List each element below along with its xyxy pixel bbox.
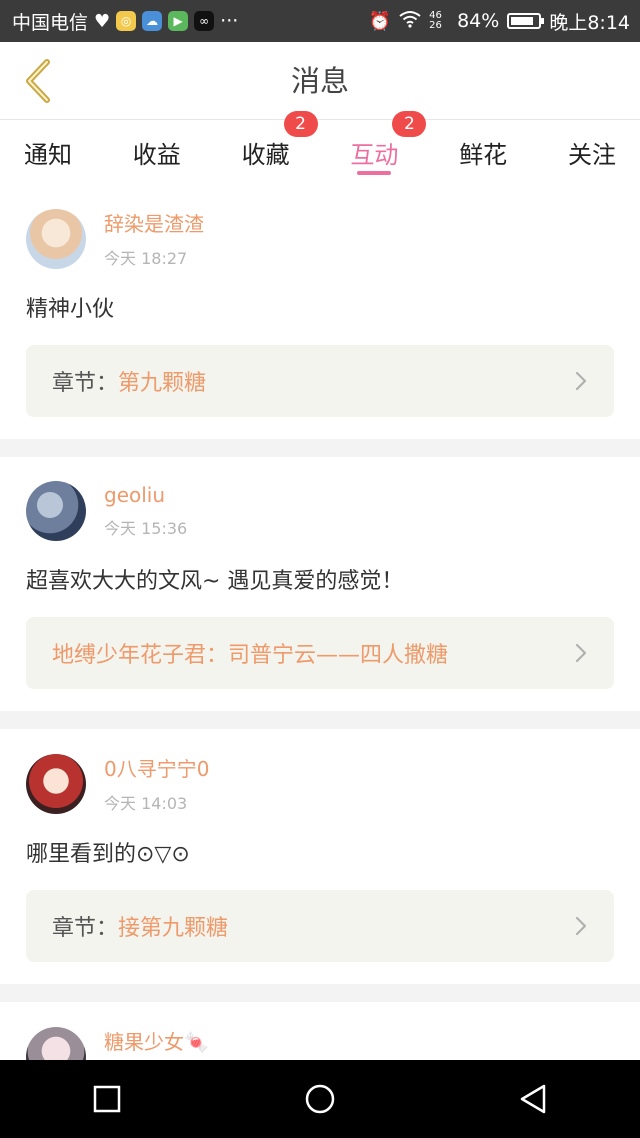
- reference-title: 第九颗糖: [118, 371, 207, 396]
- tab-label: 通知: [24, 140, 72, 169]
- tab-badge: 2: [283, 111, 318, 137]
- tab-label: 收藏: [241, 140, 290, 169]
- user-meta: geoliu 今天 15:36: [104, 483, 187, 539]
- chevron-right-icon: [575, 916, 587, 936]
- comment-text: 精神小伙: [26, 297, 115, 322]
- battery-level-fill: [511, 17, 534, 25]
- tab-5[interactable]: 关注: [568, 121, 616, 183]
- browser-app-icon: ◎: [116, 11, 137, 31]
- reference-title: 地缚少年花子君：司普宁云——四人撒糖: [52, 643, 449, 668]
- message-card[interactable]: 0八寻宁宁0 今天 14:03 哪里看到的⊙▽⊙ 章节： 接第九颗糖: [0, 729, 640, 984]
- wifi-icon: [399, 10, 421, 33]
- tab-4[interactable]: 鲜花: [459, 121, 507, 183]
- circle-icon: [305, 1084, 335, 1114]
- tab-0[interactable]: 通知: [24, 121, 72, 183]
- user-name[interactable]: 糖果少女🍬: [104, 1026, 209, 1055]
- user-row: 0八寻宁宁0 今天 14:03: [26, 753, 614, 814]
- avatar[interactable]: [26, 208, 86, 269]
- heart-rate-icon: ♥: [94, 10, 111, 32]
- infinity-app-icon: ∞: [194, 11, 215, 31]
- avatar[interactable]: [26, 1026, 86, 1060]
- status-bar: 中国电信 ♥ ◎ ☁ ▶ ∞ ··· ⏰ 46 26 84% 晚上8:14: [0, 0, 640, 42]
- video-app-icon: ▶: [168, 11, 189, 31]
- message-list[interactable]: 辞染是渣渣 今天 18:27 精神小伙 章节： 第九颗糖 geoliu 今天 15:36 超喜…: [0, 184, 640, 1060]
- chevron-right-icon: [575, 371, 587, 391]
- tab-1[interactable]: 收益: [133, 121, 181, 183]
- tab-badge: 2: [392, 111, 427, 137]
- user-name[interactable]: 辞染是渣渣: [104, 208, 204, 237]
- user-meta: 0八寻宁宁0 今天 14:03: [104, 753, 209, 814]
- avatar[interactable]: [26, 481, 86, 541]
- user-meta: 辞染是渣渣今天 18:27: [104, 208, 204, 269]
- reference-link[interactable]: 章节： 接第九颗糖: [26, 890, 614, 962]
- cloud-app-icon: ☁: [142, 11, 163, 31]
- network-type-label: 46 26: [429, 10, 442, 31]
- more-notifications-label: ···: [220, 10, 239, 32]
- message-time: 今天 18:27: [104, 249, 188, 268]
- chevron-right-icon: [575, 643, 587, 663]
- tab-label: 收益: [132, 140, 181, 169]
- battery-percent: 84%: [457, 10, 500, 32]
- page-title: 消息: [290, 64, 349, 98]
- tab-active-indicator: [357, 171, 392, 175]
- user-row: 糖果少女🍬今天 13:39: [26, 1026, 614, 1060]
- user-name[interactable]: 0八寻宁宁0: [104, 753, 209, 782]
- user-row: geoliu 今天 15:36: [26, 481, 614, 541]
- reference-link[interactable]: 章节： 第九颗糖: [26, 345, 614, 417]
- avatar[interactable]: [26, 753, 86, 814]
- comment-text: 超喜欢大大的文风~ 遇见真爱的感觉！: [26, 569, 404, 594]
- status-right: ⏰ 46 26 84% 晚上8:14: [369, 8, 630, 35]
- system-nav-bar: [0, 1060, 640, 1138]
- message-card[interactable]: 糖果少女🍬今天 13:39: [0, 1002, 640, 1060]
- battery-icon: [507, 13, 545, 29]
- user-meta: 糖果少女🍬今天 13:39: [104, 1026, 209, 1060]
- back-nav-button[interactable]: [503, 1069, 563, 1129]
- home-button[interactable]: [290, 1069, 350, 1129]
- tab-label: 互动: [350, 140, 399, 169]
- message-time: 今天 14:03: [104, 794, 188, 813]
- tab-2[interactable]: 收藏 2: [241, 111, 318, 183]
- carrier-label: 中国电信: [12, 11, 89, 34]
- tab-bar: 通知 收益 收藏 2 互动 2 鲜花 关注: [0, 111, 640, 183]
- message-card[interactable]: geoliu 今天 15:36 超喜欢大大的文风~ 遇见真爱的感觉！ 地缚少年花子君：…: [0, 457, 640, 711]
- reference-title: 接第九颗糖: [118, 916, 229, 941]
- message-time: 今天 15:36: [104, 519, 188, 538]
- recents-button[interactable]: [77, 1069, 137, 1129]
- triangle-back-icon: [521, 1084, 546, 1114]
- message-card[interactable]: 辞染是渣渣今天 18:27 精神小伙章节： 第九颗糖: [0, 184, 640, 439]
- alarm-icon: ⏰: [368, 10, 392, 32]
- tab-3[interactable]: 互动 2: [350, 111, 427, 183]
- header: 消息: [0, 42, 640, 120]
- comment-text: 哪里看到的⊙▽⊙: [26, 842, 190, 867]
- square-icon: [93, 1085, 120, 1113]
- reference-prefix: 章节：: [52, 916, 119, 941]
- status-left: 中国电信 ♥ ◎ ☁ ▶ ∞ ···: [12, 8, 238, 35]
- reference-link[interactable]: 地缚少年花子君：司普宁云——四人撒糖: [26, 617, 614, 689]
- reference-prefix: 章节：: [52, 371, 119, 396]
- user-name[interactable]: geoliu: [104, 483, 187, 507]
- user-row: 辞染是渣渣今天 18:27: [26, 208, 614, 269]
- clock: 晚上8:14: [549, 11, 630, 34]
- tab-label: 鲜花: [459, 140, 508, 169]
- tab-label: 关注: [567, 140, 616, 169]
